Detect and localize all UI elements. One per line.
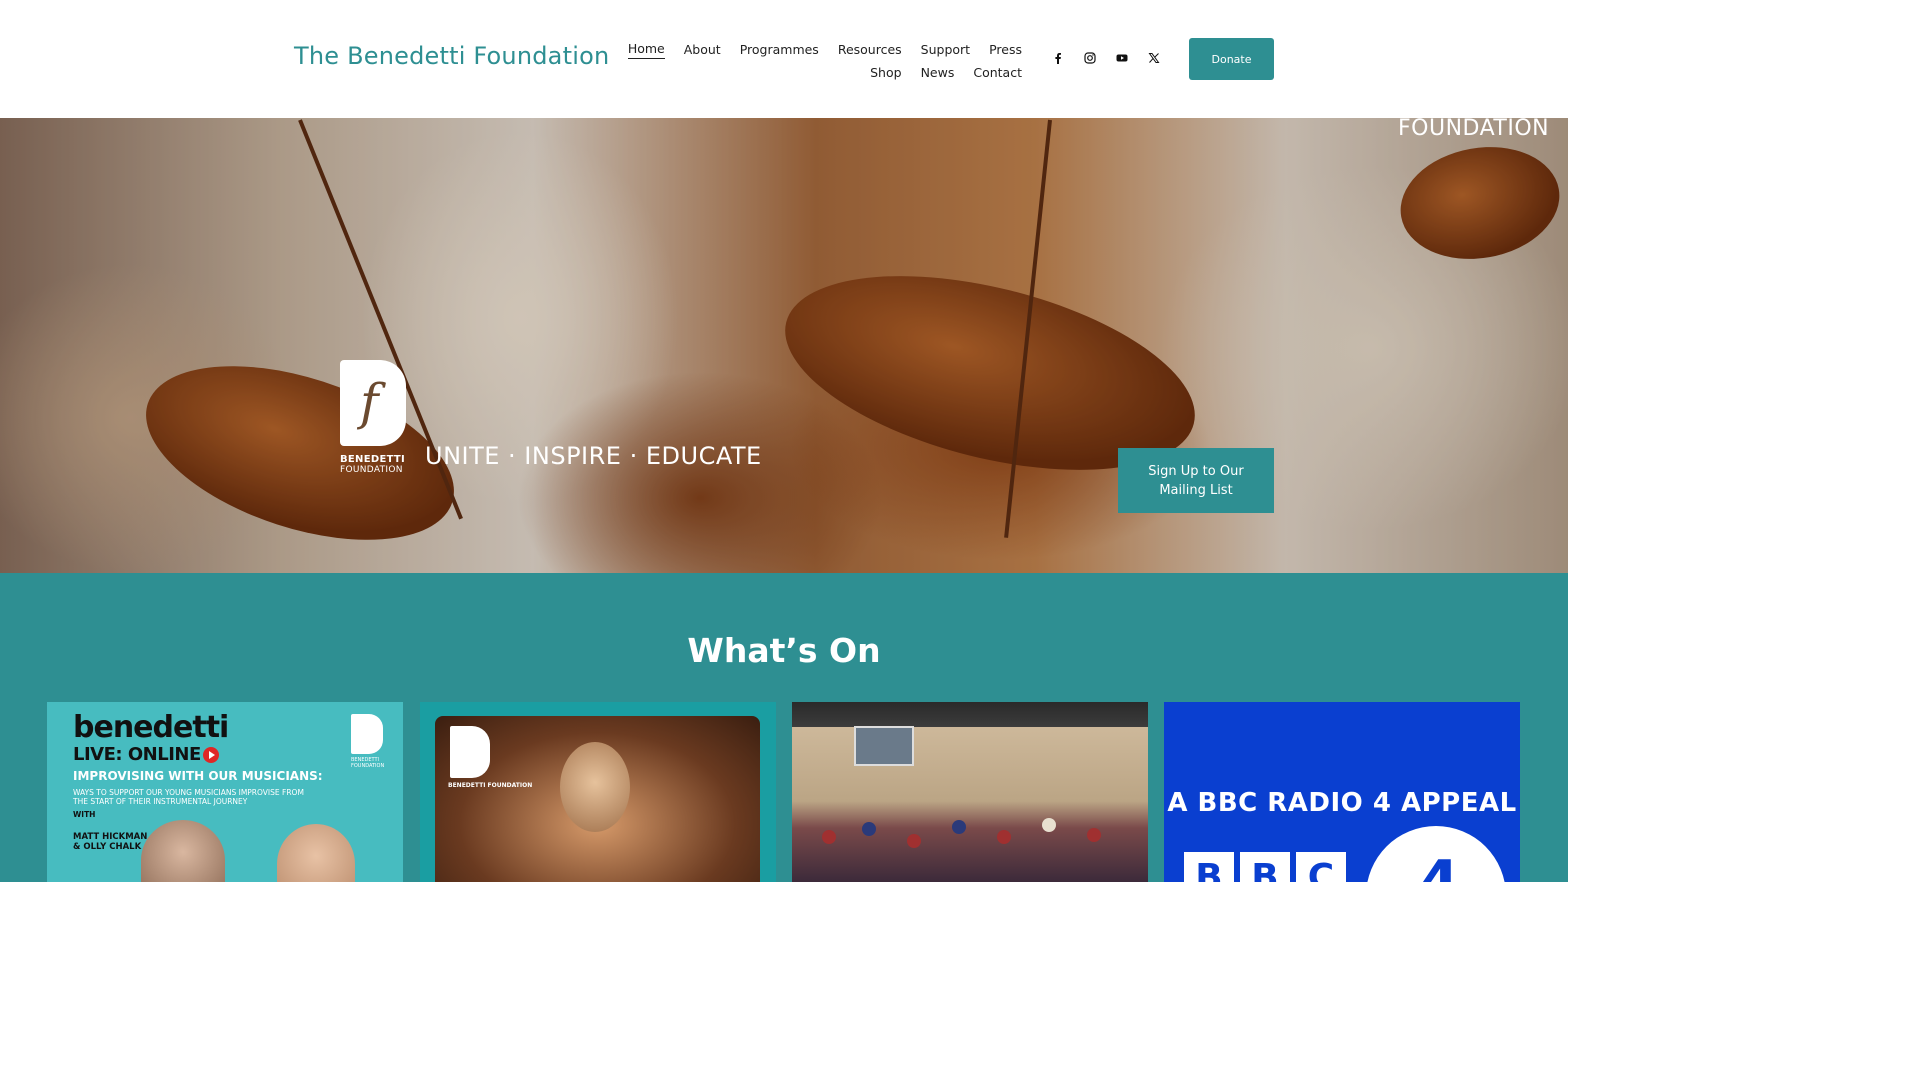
bbc-logo: B B C <box>1184 852 1346 882</box>
bbc-letter-box: B <box>1240 852 1290 882</box>
mailing-list-signup-button[interactable]: Sign Up to Our Mailing List <box>1118 448 1274 513</box>
event-card-live-online[interactable]: benedetti LIVE: ONLINE IMPROVISING WITH … <box>47 702 403 882</box>
card-presenters: MATT HICKMAN & OLLY CHALK <box>73 832 148 852</box>
orchestra-member <box>1042 818 1056 832</box>
logo-word-benedetti: BENEDETTI <box>340 454 406 465</box>
hero-banner: FOUNDATION f BENEDETTI FOUNDATION UNITE … <box>0 118 1568 573</box>
nav-item-contact[interactable]: Contact <box>973 64 1022 82</box>
presenter-photo-2 <box>277 824 355 882</box>
orchestra-member <box>907 834 921 848</box>
card-headline: A BBC RADIO 4 APPEAL <box>1167 788 1517 818</box>
orchestra-member <box>997 830 1011 844</box>
facebook-icon[interactable] <box>1050 50 1066 66</box>
whats-on-section: What’s On benedetti LIVE: ONLINE IMPROVI… <box>0 573 1568 882</box>
event-card-orchestra-rehearsal[interactable] <box>792 702 1148 882</box>
nav-item-support[interactable]: Support <box>921 41 970 59</box>
social-links <box>1050 50 1162 66</box>
logo-word-foundation: FOUNDATION <box>340 465 403 475</box>
nav-row-primary: Home About Programmes Resources Support … <box>627 38 1022 61</box>
bbc-letter-box: B <box>1184 852 1234 882</box>
radio4-number: 4 <box>1418 848 1460 882</box>
hero-corner-text: FOUNDATION <box>1398 118 1550 141</box>
site-title[interactable]: The Benedetti Foundation <box>294 42 609 70</box>
event-card-young-cellist[interactable]: BENEDETTI FOUNDATION <box>420 702 776 882</box>
nav-item-news[interactable]: News <box>921 64 955 82</box>
hero-tagline: UNITE · INSPIRE · EDUCATE <box>425 442 762 470</box>
card-brand-title: benedetti <box>73 710 229 745</box>
foundation-logo: f BENEDETTI FOUNDATION <box>340 360 410 475</box>
card-subtitle: LIVE: ONLINE <box>73 744 219 765</box>
nav-item-home[interactable]: Home <box>627 40 665 59</box>
benedetti-logo-icon <box>450 726 490 778</box>
cellist-face <box>560 742 630 832</box>
logo-mark-icon: f <box>340 360 406 446</box>
site-header: The Benedetti Foundation Home About Prog… <box>0 0 1568 118</box>
card-with-label: WITH <box>73 810 96 819</box>
card-description: WAYS TO SUPPORT OUR YOUNG MUSICIANS IMPR… <box>73 788 304 806</box>
orchestra-photo <box>792 702 1148 882</box>
orchestra-member <box>822 830 836 844</box>
benedetti-logo-icon <box>351 714 383 754</box>
youtube-icon[interactable] <box>1114 50 1130 66</box>
hero-overlay <box>0 118 1568 573</box>
section-title: What’s On <box>687 631 881 670</box>
nav-row-secondary: Shop News Contact <box>630 61 1022 84</box>
instagram-icon[interactable] <box>1082 50 1098 66</box>
nav-item-about[interactable]: About <box>684 41 721 59</box>
x-icon[interactable] <box>1146 50 1162 66</box>
card-heading: IMPROVISING WITH OUR MUSICIANS: <box>73 769 323 783</box>
hall-window <box>854 726 914 766</box>
nav-item-programmes[interactable]: Programmes <box>740 41 819 59</box>
nav-item-resources[interactable]: Resources <box>838 41 902 59</box>
card-subtitle-text: LIVE: ONLINE <box>73 744 201 765</box>
orchestra-member <box>952 820 966 834</box>
presenter-photo-1 <box>141 820 225 882</box>
orchestra-member <box>862 822 876 836</box>
event-card-bbc-radio-appeal[interactable]: A BBC RADIO 4 APPEAL B B C 4 <box>1164 702 1520 882</box>
nav-item-shop[interactable]: Shop <box>870 64 901 82</box>
bbc-letter-box: C <box>1296 852 1346 882</box>
donate-button[interactable]: Donate <box>1189 38 1274 80</box>
main-nav: Home About Programmes Resources Support … <box>627 38 1022 84</box>
card-logo-text: BENEDETTI FOUNDATION <box>351 757 385 769</box>
nav-item-press[interactable]: Press <box>989 41 1022 59</box>
card-logo-text: BENEDETTI FOUNDATION <box>448 782 533 789</box>
play-icon <box>202 747 219 763</box>
orchestra-member <box>1087 828 1101 842</box>
